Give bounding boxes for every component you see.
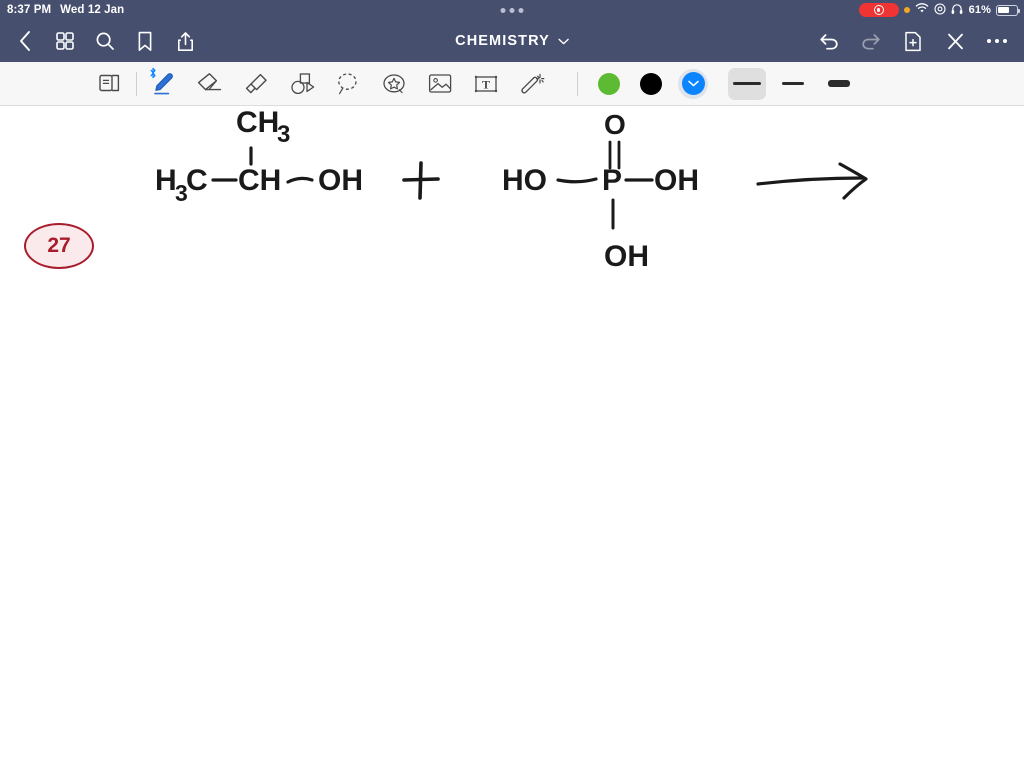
grid-icon[interactable] xyxy=(54,30,76,52)
stroke-thin[interactable] xyxy=(728,67,766,100)
chevron-down-icon xyxy=(687,80,699,87)
orange-privacy-dot xyxy=(903,7,910,13)
chevron-down-icon xyxy=(558,33,569,49)
document-title-button[interactable]: CHEMISTRY xyxy=(455,33,569,49)
navigation-bar: CHEMISTRY xyxy=(0,20,1024,62)
add-page-icon[interactable] xyxy=(902,30,924,52)
green-swatch[interactable] xyxy=(588,64,630,104)
stroke-thick[interactable] xyxy=(820,68,858,100)
bluetooth-icon xyxy=(149,66,157,84)
stroke-medium[interactable] xyxy=(774,68,812,100)
image-tool[interactable] xyxy=(417,64,463,104)
wifi-icon xyxy=(915,3,929,17)
label-ch3-branch: CH xyxy=(236,106,279,139)
label-oh-isopropanol: OH xyxy=(318,164,363,197)
text-box-tool[interactable]: T xyxy=(463,64,509,104)
headphones-icon xyxy=(951,3,964,18)
shapes-tool[interactable] xyxy=(279,64,325,104)
nav-right-group xyxy=(818,30,1008,52)
bond-ch-oh xyxy=(286,176,314,184)
problem-number-badge: 27 xyxy=(24,223,94,269)
pen-tool[interactable] xyxy=(141,64,187,104)
status-bar: 8:37 PM Wed 12 Jan 61% xyxy=(0,0,1024,20)
label-h3c: H xyxy=(155,164,177,197)
three-dots-handle[interactable] xyxy=(500,7,524,13)
close-icon[interactable] xyxy=(944,30,966,52)
status-bar-date: Wed 12 Jan xyxy=(60,4,125,16)
control-center-icon xyxy=(934,2,946,18)
record-icon xyxy=(873,5,884,15)
label-h3c-carbon: C xyxy=(186,164,208,197)
note-canvas[interactable]: 27 CH 3 H 3 C CH OH O HO P OH OH xyxy=(0,106,1024,768)
label-oh-bottom: OH xyxy=(604,240,649,273)
label-p: P xyxy=(602,164,622,197)
label-h3c-subscript: 3 xyxy=(175,180,188,206)
back-chevron-icon[interactable] xyxy=(14,30,36,52)
problem-number-label: 27 xyxy=(47,234,71,257)
handwritten-chemical-equation: CH 3 H 3 C CH OH O HO P OH OH xyxy=(155,106,868,273)
notability-app-window: 8:37 PM Wed 12 Jan 61% CHEMISTRY T 27 CH… xyxy=(0,0,1024,768)
svg-text:T: T xyxy=(482,77,490,91)
share-icon[interactable] xyxy=(174,30,196,52)
toolbar-divider xyxy=(577,71,578,96)
bond-ho-p xyxy=(556,177,598,184)
bookmark-icon[interactable] xyxy=(134,30,156,52)
drawing-toolbar: T xyxy=(0,62,1024,106)
reaction-arrow xyxy=(756,162,868,200)
handle-dot xyxy=(500,7,506,13)
toolbar-divider xyxy=(136,71,137,96)
nav-left-group xyxy=(0,30,196,52)
screen-recording-pill[interactable] xyxy=(858,3,899,17)
label-o-top: O xyxy=(604,109,626,140)
color-swatch-group xyxy=(588,64,714,104)
status-bar-left: 8:37 PM Wed 12 Jan xyxy=(0,4,124,16)
label-ho-left: HO xyxy=(502,164,547,197)
battery-icon xyxy=(996,4,1020,16)
magic-wand-tool[interactable] xyxy=(509,64,555,104)
isopropanol-structure: CH 3 H 3 C CH OH xyxy=(155,106,363,206)
page-layers-tool[interactable] xyxy=(86,64,132,104)
status-bar-time: 8:37 PM xyxy=(7,4,52,16)
plus-sign xyxy=(402,161,440,200)
black-swatch[interactable] xyxy=(630,64,672,104)
label-ch: CH xyxy=(238,164,281,197)
undo-icon[interactable] xyxy=(818,30,840,52)
blue-swatch[interactable] xyxy=(672,64,714,104)
highlighter-tool[interactable] xyxy=(233,64,279,104)
toolbar-tools-group: T xyxy=(0,64,555,104)
search-icon[interactable] xyxy=(94,30,116,52)
stroke-width-group xyxy=(724,67,862,100)
label-oh-right: OH xyxy=(654,164,699,197)
more-icon[interactable] xyxy=(986,30,1008,52)
handle-dot xyxy=(509,7,515,13)
eraser-tool[interactable] xyxy=(187,64,233,104)
phosphoric-acid-structure: O HO P OH OH xyxy=(502,109,699,273)
sticker-tool[interactable] xyxy=(371,64,417,104)
lasso-select-tool[interactable] xyxy=(325,64,371,104)
label-ch3-subscript: 3 xyxy=(277,121,290,148)
handle-dot xyxy=(518,7,524,13)
battery-percent-label: 61% xyxy=(968,4,991,16)
status-bar-right: 61% xyxy=(858,0,1020,20)
redo-icon[interactable] xyxy=(860,30,882,52)
page-title: CHEMISTRY xyxy=(455,33,550,49)
